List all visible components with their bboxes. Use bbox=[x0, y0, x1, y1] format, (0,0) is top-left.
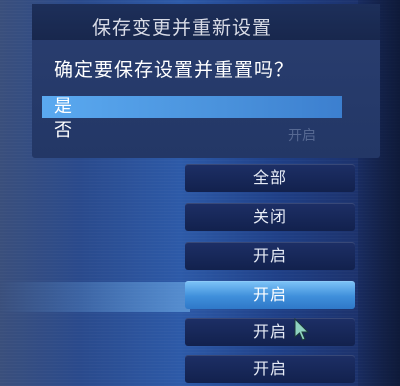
button-on-4[interactable]: 开启 bbox=[185, 355, 355, 383]
dialog-title-bar: 保存变更并重新设置 bbox=[32, 4, 380, 40]
button-on-3[interactable]: 开启 bbox=[185, 318, 355, 346]
confirm-dialog: 保存变更并重新设置 确定要保存设置并重置吗？ 开启 是 否 bbox=[32, 4, 380, 158]
option-no[interactable]: 否 bbox=[42, 120, 342, 142]
button-on-1[interactable]: 开启 bbox=[185, 242, 355, 270]
dialog-message: 确定要保存设置并重置吗？ bbox=[54, 59, 295, 81]
option-yes[interactable]: 是 bbox=[42, 96, 342, 118]
button-on-2-active[interactable]: 开启 bbox=[185, 281, 355, 309]
button-all[interactable]: 全部 bbox=[185, 164, 355, 192]
mouse-pointer-icon bbox=[294, 318, 310, 341]
focus-highlight-band bbox=[0, 282, 190, 312]
button-off[interactable]: 关闭 bbox=[185, 203, 355, 231]
dialog-title: 保存变更并重新设置 bbox=[92, 17, 273, 39]
